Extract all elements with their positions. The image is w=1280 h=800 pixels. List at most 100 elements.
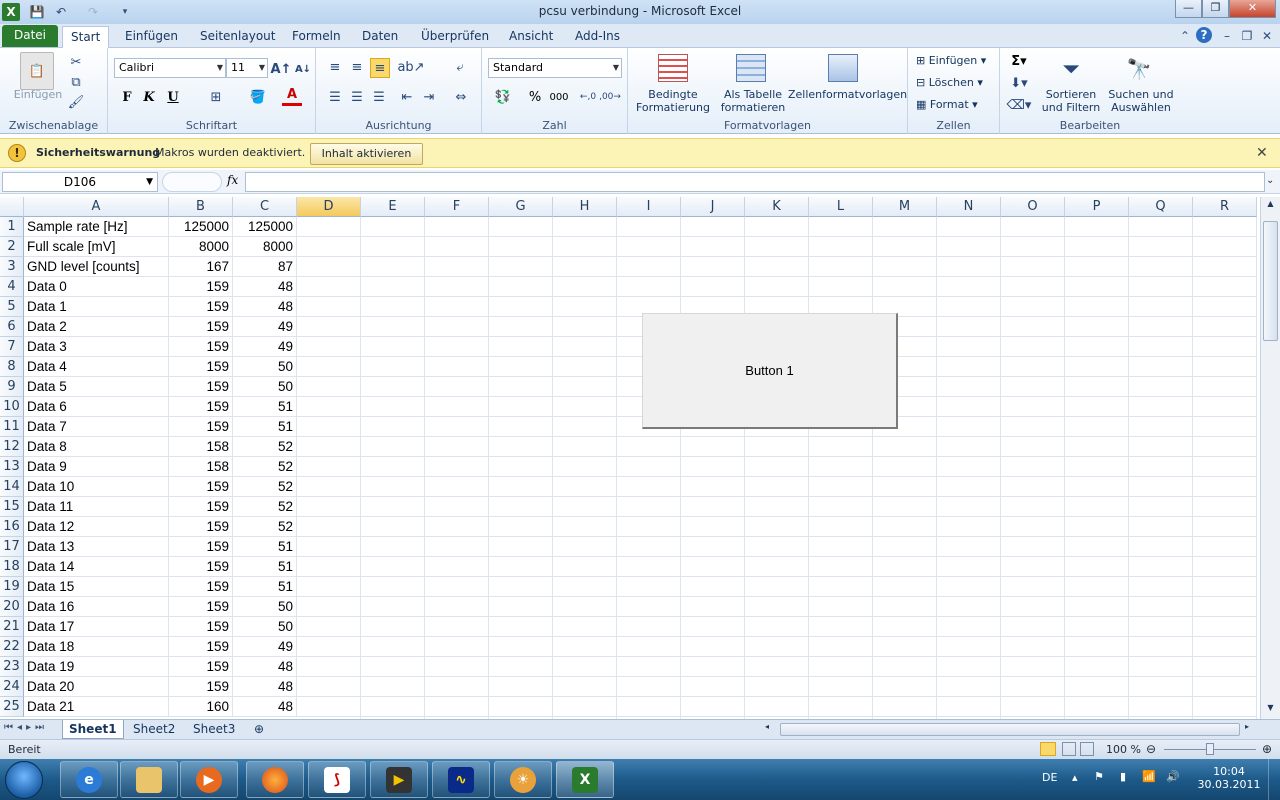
taskbar-video-app[interactable]: ▶ — [370, 761, 428, 798]
column-header[interactable]: I — [617, 197, 681, 217]
row-header[interactable]: 4 — [0, 277, 24, 297]
cell-b[interactable]: 159 — [169, 417, 233, 437]
column-header[interactable]: A — [24, 197, 169, 217]
cell-a[interactable]: Data 21 — [24, 697, 169, 717]
cell-c[interactable]: 49 — [233, 637, 297, 657]
cell-b[interactable]: 159 — [169, 297, 233, 317]
zoom-in-icon[interactable]: ⊕ — [1262, 742, 1272, 756]
format-painter-icon[interactable]: 🖌 — [68, 94, 85, 110]
find-select-button[interactable]: Suchen und Auswählen — [1106, 88, 1176, 114]
shrink-font-icon[interactable]: A↓ — [294, 60, 312, 78]
cell-c[interactable]: 48 — [233, 697, 297, 717]
row-header[interactable]: 18 — [0, 557, 24, 577]
tab-start[interactable]: Start — [62, 26, 110, 49]
cell-b[interactable]: 125000 — [169, 217, 233, 237]
cell-b[interactable]: 8000 — [169, 237, 233, 257]
cell-a[interactable]: Data 12 — [24, 517, 169, 537]
minimize-button[interactable]: — — [1175, 0, 1202, 18]
cell-c[interactable]: 48 — [233, 297, 297, 317]
column-header[interactable]: F — [425, 197, 489, 217]
find-select-icon[interactable]: 🔭 — [1124, 54, 1154, 84]
column-header[interactable]: B — [169, 197, 233, 217]
font-name-select[interactable]: Calibri ▼ — [114, 58, 226, 78]
fill-color-icon[interactable]: 🪣 — [248, 88, 268, 106]
taskbar-firefox[interactable] — [246, 761, 304, 798]
sheet-nav-icon[interactable]: ⏮◂▸⏭ — [4, 722, 48, 733]
cell-a[interactable]: Sample rate [Hz] — [24, 217, 169, 237]
column-header[interactable]: D — [297, 197, 361, 217]
row-header[interactable]: 7 — [0, 337, 24, 357]
tab-file[interactable]: Datei — [2, 25, 59, 47]
cell-c[interactable]: 50 — [233, 357, 297, 377]
cell-a[interactable]: Data 7 — [24, 417, 169, 437]
taskbar-oscilloscope-app[interactable]: ∿ — [432, 761, 490, 798]
language-indicator[interactable]: DE — [1042, 771, 1057, 784]
scroll-right-icon[interactable]: ▸ — [1240, 722, 1254, 736]
tab-review[interactable]: Überprüfen — [413, 26, 497, 48]
cell-a[interactable]: Data 20 — [24, 677, 169, 697]
column-header[interactable]: N — [937, 197, 1001, 217]
italic-button[interactable]: K — [140, 88, 158, 106]
row-header[interactable]: 21 — [0, 617, 24, 637]
cell-c[interactable]: 52 — [233, 457, 297, 477]
cell-b[interactable]: 167 — [169, 257, 233, 277]
cell-b[interactable]: 159 — [169, 637, 233, 657]
cell-a[interactable]: Data 1 — [24, 297, 169, 317]
cell-b[interactable]: 159 — [169, 577, 233, 597]
increase-indent-icon[interactable]: ⇥ — [420, 88, 438, 106]
cell-c[interactable]: 49 — [233, 317, 297, 337]
cell-b[interactable]: 159 — [169, 357, 233, 377]
column-header[interactable]: R — [1193, 197, 1257, 217]
tab-addins[interactable]: Add-Ins — [567, 26, 628, 48]
decrease-decimal-icon[interactable]: ,00→ — [599, 88, 621, 106]
align-right-icon[interactable]: ☰ — [370, 88, 388, 106]
cell-b[interactable]: 159 — [169, 517, 233, 537]
format-cells-button[interactable]: ▦ Format ▾ — [916, 98, 996, 111]
thousands-button[interactable]: 000 — [548, 88, 570, 106]
taskbar-explorer[interactable] — [120, 761, 178, 798]
borders-icon[interactable]: ⊞ — [206, 88, 226, 106]
cell-a[interactable]: GND level [counts] — [24, 257, 169, 277]
column-header[interactable]: P — [1065, 197, 1129, 217]
align-center-icon[interactable]: ☰ — [348, 88, 366, 106]
cell-b[interactable]: 159 — [169, 597, 233, 617]
cell-b[interactable]: 159 — [169, 317, 233, 337]
cell-c[interactable]: 52 — [233, 517, 297, 537]
network-icon[interactable]: 📶 — [1142, 770, 1156, 783]
row-header[interactable]: 24 — [0, 677, 24, 697]
orientation-icon[interactable]: ab↗ — [397, 58, 424, 76]
sheet-tab-sheet3[interactable]: Sheet3 — [187, 720, 241, 739]
clear-icon[interactable]: ⌫▾ — [1007, 96, 1032, 114]
worksheet-grid[interactable]: ABCDEFGHIJKLMNOPQR 1 Sample rate [Hz] 1250… — [0, 197, 1260, 719]
cell-a[interactable]: Data 8 — [24, 437, 169, 457]
row-header[interactable]: 14 — [0, 477, 24, 497]
name-box[interactable]: D106 ▼ — [2, 172, 158, 192]
fill-icon[interactable]: ⬇▾ — [1008, 74, 1030, 92]
expand-formula-bar-icon[interactable]: ⌄ — [1266, 175, 1274, 186]
clock[interactable]: 10:04 30.03.2011 — [1196, 765, 1262, 791]
delete-cells-button[interactable]: ⊟ Löschen ▾ — [916, 76, 996, 89]
column-header[interactable]: J — [681, 197, 745, 217]
minimize-ribbon-icon[interactable]: ⌃ — [1176, 27, 1194, 45]
row-header[interactable]: 5 — [0, 297, 24, 317]
row-header[interactable]: 23 — [0, 657, 24, 677]
show-hidden-icons-icon[interactable]: ▴ — [1072, 771, 1078, 784]
column-header[interactable]: C — [233, 197, 297, 217]
currency-icon[interactable]: 💱 — [492, 88, 514, 106]
cell-styles-icon[interactable] — [828, 54, 858, 82]
wrap-text-icon[interactable]: ⤶ — [450, 58, 470, 76]
sheet-tab-sheet1[interactable]: Sheet1 — [62, 720, 124, 739]
cell-a[interactable]: Data 5 — [24, 377, 169, 397]
cell-b[interactable]: 159 — [169, 477, 233, 497]
tab-insert[interactable]: Einfügen — [117, 26, 186, 48]
taskbar-acrobat[interactable]: ⟆ — [308, 761, 366, 798]
cell-a[interactable]: Data 18 — [24, 637, 169, 657]
cell-b[interactable]: 158 — [169, 437, 233, 457]
row-header[interactable]: 2 — [0, 237, 24, 257]
row-header[interactable]: 1 — [0, 217, 24, 237]
row-header[interactable]: 17 — [0, 537, 24, 557]
column-header[interactable]: E — [361, 197, 425, 217]
merge-center-icon[interactable]: ⇔ — [450, 88, 472, 106]
cell-a[interactable]: Data 0 — [24, 277, 169, 297]
help-icon[interactable]: ? — [1196, 27, 1212, 43]
